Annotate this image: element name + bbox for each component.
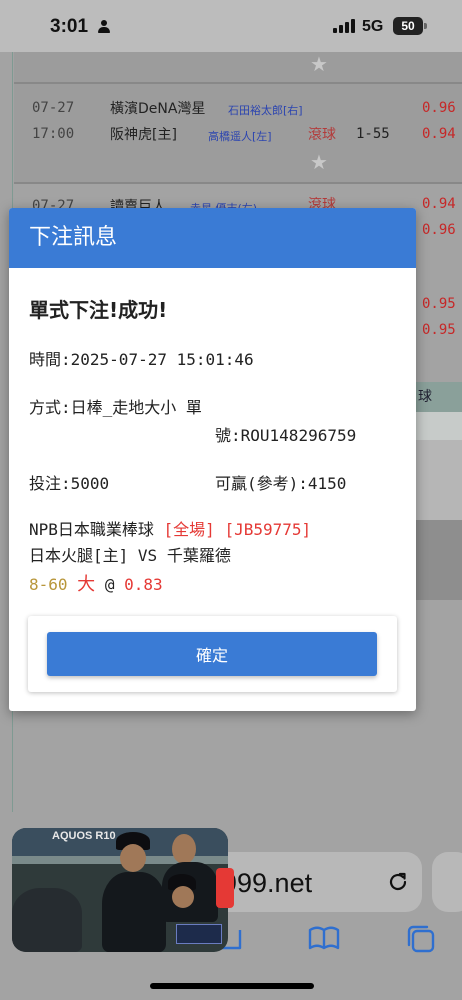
game-row-top: ★	[14, 52, 462, 82]
pick-line: 8-60 大 @ 0.83	[29, 570, 163, 596]
odds-value[interactable]: 0.96	[422, 100, 456, 116]
player-face	[120, 844, 146, 872]
table-cell	[410, 520, 462, 600]
pick-value: 大	[77, 574, 96, 595]
book-icon[interactable]	[307, 922, 341, 956]
player-figure	[102, 872, 166, 952]
team-away: 千葉羅德	[166, 546, 231, 565]
handicap-line: 1-55	[356, 126, 390, 142]
table-cell	[410, 412, 462, 440]
bet-time: 時間:2025-07-27 15:01:46	[29, 346, 254, 370]
odds-value[interactable]: 0.96	[422, 222, 456, 238]
home-indicator[interactable]	[150, 983, 314, 989]
time-label: 時間:	[29, 350, 71, 369]
battery-tip	[424, 23, 427, 29]
network-type: 5G	[362, 18, 384, 35]
battery-icon: 50	[393, 17, 423, 35]
time-value: 2025-07-27 15:01:46	[70, 350, 254, 369]
tabs-icon[interactable]	[404, 922, 438, 956]
method-label: 方式:	[29, 398, 71, 417]
video-scoreboard	[176, 924, 222, 944]
stake-value: 5000	[70, 474, 110, 493]
bet-scope: [全場]	[163, 520, 215, 539]
league-line: NPB日本職業棒球 [全場] [JB59775]	[29, 516, 311, 540]
signal-icon	[333, 19, 355, 33]
odds-value[interactable]: 0.94	[422, 196, 456, 212]
team-away: 橫濱DeNA灣星	[110, 101, 206, 117]
video-handle[interactable]	[216, 868, 234, 908]
video-brand-text: AQUOS R10	[52, 830, 116, 842]
win-value: 4150	[307, 474, 347, 493]
dialog-header: 下注訊息	[9, 208, 416, 268]
odds-value[interactable]: 0.95	[422, 296, 456, 312]
stake: 投注:5000	[29, 470, 109, 494]
league-name: NPB日本職業棒球	[29, 520, 154, 539]
status-time: 3:01	[50, 16, 89, 37]
table-cell	[410, 440, 462, 520]
team-home: 日本火腿[主]	[29, 546, 129, 565]
vs-label: VS	[137, 546, 158, 565]
player-figure	[12, 888, 82, 952]
game-date: 07-27	[32, 100, 75, 116]
pitcher-away: 石田裕太郎[右]	[228, 104, 303, 117]
match-code: [JB59775]	[224, 520, 312, 539]
player-face	[172, 834, 196, 864]
status-bar: 3:01 5G 50	[0, 0, 462, 52]
tab-preview[interactable]	[432, 852, 462, 912]
confirm-button[interactable]: 確定	[47, 632, 377, 676]
pitcher-home: 高橋遥人[左]	[208, 130, 272, 143]
ticket-value: ROU148296759	[240, 426, 357, 445]
bet-info-dialog: 下注訊息 單式下注!成功! 時間:2025-07-27 15:01:46 方式:…	[9, 208, 416, 711]
stake-label: 投注:	[29, 474, 71, 493]
potential-win: 可贏(參考):4150	[215, 470, 346, 494]
matchup-line: 日本火腿[主] VS 千葉羅德	[29, 542, 231, 566]
reload-icon[interactable]	[386, 870, 410, 894]
ticket-number: 號:ROU148296759	[215, 422, 356, 446]
live-badge: 滾球	[308, 127, 336, 143]
person-icon	[98, 20, 110, 34]
game-time: 17:00	[32, 126, 75, 142]
favorite-star-icon[interactable]: ★	[310, 150, 328, 174]
confirm-card: 確定	[28, 616, 397, 692]
player-face	[172, 886, 194, 908]
odds-value[interactable]: 0.94	[422, 126, 456, 142]
dialog-title: 單式下注!成功!	[29, 298, 168, 322]
video-pip[interactable]: AQUOS R10	[12, 828, 228, 952]
table-header-cell: 球	[410, 382, 462, 412]
ticket-label: 號:	[215, 426, 241, 445]
total-line: 8-60	[29, 575, 68, 594]
win-label: 可贏(參考):	[215, 474, 308, 493]
at-symbol: @	[104, 575, 115, 594]
bet-method: 方式:日棒_走地大小 單	[29, 394, 202, 418]
url-text[interactable]: 999.net	[222, 868, 312, 899]
game-row-1[interactable]: 07-27 17:00 橫濱DeNA灣星 石田裕太郎[右] 阪神虎[主] 高橋遥…	[14, 82, 462, 182]
method-value: 日棒_走地大小 單	[70, 398, 202, 417]
odds-value[interactable]: 0.95	[422, 322, 456, 338]
team-home: 阪神虎[主]	[110, 127, 177, 143]
odds-value: 0.83	[124, 575, 163, 594]
favorite-star-icon[interactable]: ★	[310, 52, 328, 76]
